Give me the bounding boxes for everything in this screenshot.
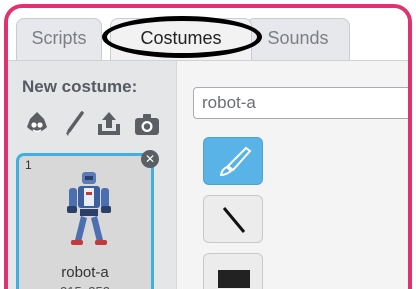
tab-strip: Scripts Sounds Costumes <box>8 8 408 60</box>
rectangle-tool-button[interactable] <box>203 253 263 289</box>
camera-icon[interactable] <box>132 109 162 139</box>
brush-icon <box>219 146 252 177</box>
new-costume-label: New costume: <box>22 77 138 96</box>
costume-thumbnail-selected[interactable]: 1 ✕ robot-a 215x252 <box>16 150 159 289</box>
tab-costumes[interactable]: Costumes <box>110 18 252 60</box>
tab-sounds[interactable]: Sounds <box>246 18 350 60</box>
costume-size-label: 215x252 <box>19 284 151 289</box>
rectangle-icon <box>218 270 250 288</box>
paint-editor-pane <box>176 60 408 289</box>
robot-sprite-image <box>67 172 111 245</box>
costumes-panel: Scripts Sounds Costumes New costume: 1 ✕… <box>4 4 412 289</box>
line-icon <box>222 207 246 233</box>
brush-tool-button[interactable] <box>203 137 263 185</box>
costume-name-label: robot-a <box>61 264 109 281</box>
paint-brush-icon[interactable] <box>60 109 90 139</box>
tab-scripts[interactable]: Scripts <box>16 18 102 60</box>
upload-icon[interactable] <box>94 109 124 139</box>
costume-list-pane: New costume: 1 ✕ robot-a <box>8 60 176 289</box>
line-tool-button[interactable] <box>203 195 263 243</box>
close-icon[interactable]: ✕ <box>141 150 159 168</box>
sprite-library-icon[interactable] <box>22 109 52 139</box>
costume-number: 1 <box>25 158 32 172</box>
costume-name-input[interactable] <box>193 87 408 119</box>
